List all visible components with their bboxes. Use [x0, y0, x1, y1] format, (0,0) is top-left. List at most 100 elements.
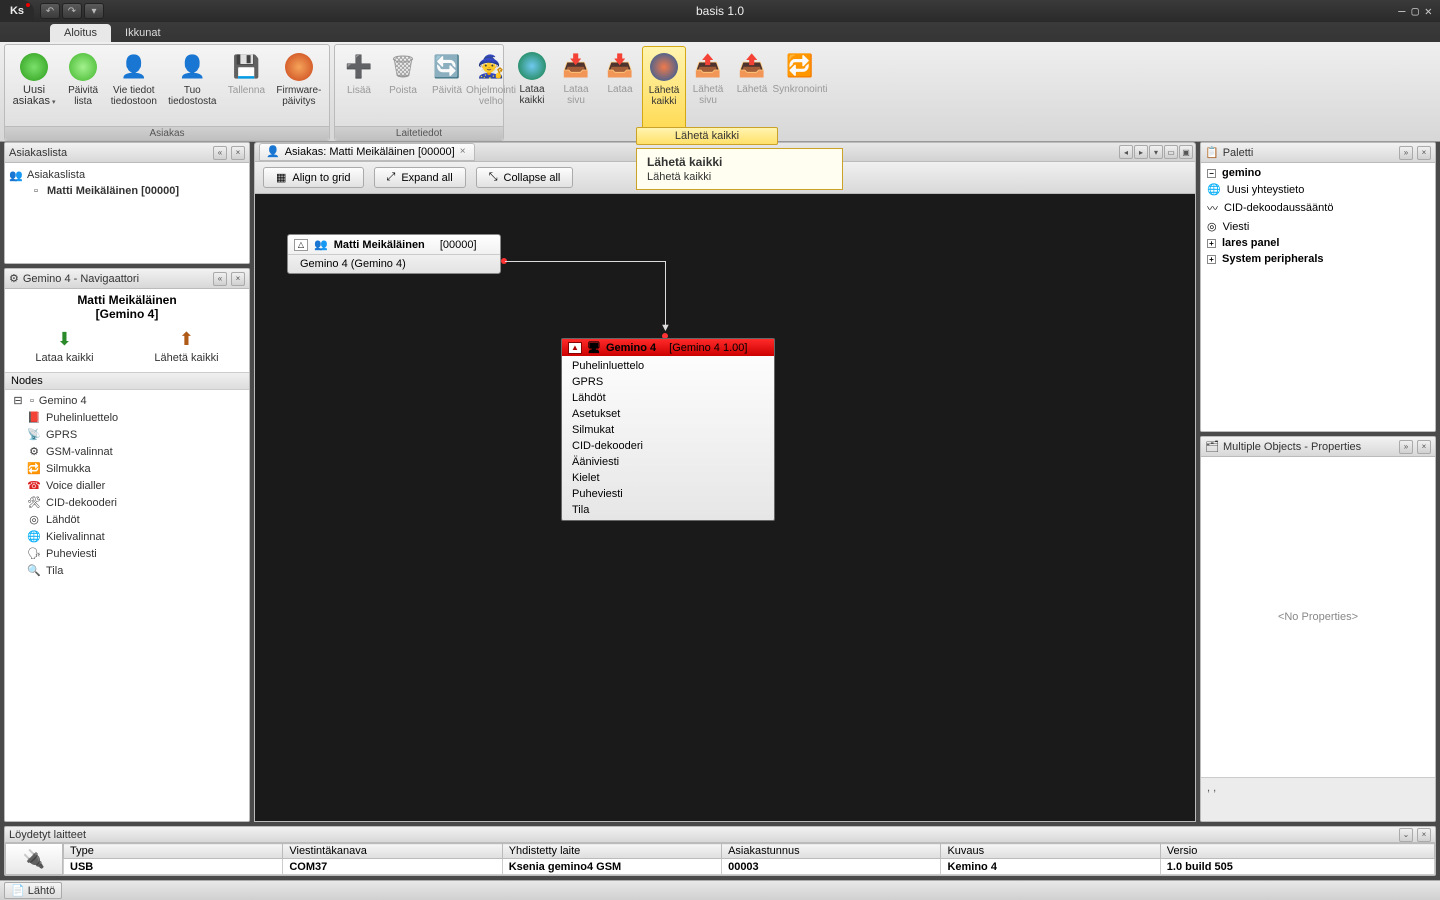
properties-body: <No Properties>	[1201, 457, 1435, 777]
undo-button[interactable]: ↶	[40, 3, 60, 19]
nav-item[interactable]: 🔁Silmukka	[7, 460, 247, 477]
firmware-update-button[interactable]: Firmware- päivitys	[271, 47, 327, 124]
properties-footer: , ,	[1201, 777, 1435, 821]
panel-close-button[interactable]: ×	[1417, 440, 1431, 454]
ribbon-group-customer: Asiakas	[5, 126, 329, 140]
node-collapse-button[interactable]: △	[294, 239, 308, 251]
panel-collapse-button[interactable]: «	[213, 272, 227, 286]
panel-close-button[interactable]: ×	[1417, 828, 1431, 842]
panel-close-button[interactable]: ×	[231, 146, 245, 160]
node-collapse-button[interactable]: ▲	[568, 342, 582, 354]
load-page-button[interactable]: 📥Lataa sivu	[554, 46, 598, 139]
save-button[interactable]: 💾Tallenna	[222, 47, 271, 124]
window-title: basis 1.0	[696, 4, 744, 18]
palette-item[interactable]: ◎Viesti	[1203, 218, 1433, 235]
qat-dropdown[interactable]: ▾	[84, 3, 104, 19]
nav-load-all-button[interactable]: ⬇Lataa kaikki	[35, 329, 93, 364]
refresh-button[interactable]: 🔄Päivitä	[425, 47, 469, 124]
settings-icon: ⚙	[27, 445, 41, 458]
tab-list-button[interactable]: ▾	[1149, 145, 1163, 159]
device-thumb[interactable]: 🔌	[5, 843, 63, 875]
new-customer-button[interactable]: Uusi asiakas▾	[7, 47, 61, 124]
panel-collapse-button[interactable]: »	[1399, 146, 1413, 160]
grid-icon: ▦	[276, 171, 286, 184]
maximize-button[interactable]: ▢	[1412, 4, 1419, 18]
customer-node[interactable]: △ 👥 Matti Meikäläinen [00000] Gemino 4 (…	[287, 234, 501, 274]
sync-button[interactable]: 🔁Synkronointi	[774, 46, 826, 139]
close-button[interactable]: ✕	[1425, 4, 1432, 18]
nav-item[interactable]: 🗣Puheviesti	[7, 545, 247, 562]
refresh-list-button[interactable]: Päivitä lista	[61, 47, 105, 124]
nav-item[interactable]: 📡GPRS	[7, 426, 247, 443]
ribbon-group-device: Laitetiedot	[335, 126, 503, 140]
folder-icon: 👥	[9, 168, 23, 182]
add-button[interactable]: ➕Lisää	[337, 47, 381, 124]
nav-item[interactable]: 📕Puhelinluettelo	[7, 409, 247, 426]
contact-icon: 🌐	[1207, 183, 1221, 196]
panel-collapse-button[interactable]: «	[213, 146, 227, 160]
document-tab[interactable]: 👤 Asiakas: Matti Meikäläinen [00000] ×	[259, 143, 475, 161]
import-button[interactable]: 👤Tuo tiedostosta	[163, 47, 223, 124]
palette-group[interactable]: +lares panel	[1203, 235, 1433, 251]
status-output[interactable]: 📄Lähtö	[4, 882, 62, 899]
expand-all-button[interactable]: ⤢Expand all	[374, 167, 466, 188]
people-icon: 👥	[314, 238, 328, 251]
export-button[interactable]: 👤Vie tiedot tiedostoon	[105, 47, 162, 124]
nav-item[interactable]: 🌐Kielivalinnat	[7, 528, 247, 545]
phone-icon: ☎	[27, 479, 41, 492]
redo-button[interactable]: ↷	[62, 3, 82, 19]
tab-min-button[interactable]: ▭	[1164, 145, 1178, 159]
minimize-button[interactable]: —	[1398, 4, 1405, 18]
wave-icon: 〰	[1207, 200, 1218, 216]
ribbon-tabs: Aloitus Ikkunat	[0, 22, 1440, 42]
voice-icon: 🗣	[27, 547, 41, 560]
nav-item[interactable]: ◎Lähdöt	[7, 511, 247, 528]
send-all-button[interactable]: Lähetä kaikki	[642, 46, 686, 139]
load-all-button[interactable]: Lataa kaikki	[510, 46, 554, 139]
nav-item[interactable]: 🔍Tila	[7, 562, 247, 579]
tab-close-button[interactable]: ×	[460, 146, 466, 157]
align-grid-button[interactable]: ▦Align to grid	[263, 167, 364, 188]
globe-icon: 🌐	[27, 530, 41, 543]
collapse-all-button[interactable]: ⤡Collapse all	[476, 167, 574, 188]
palette-item[interactable]: 🌐Uusi yhteystieto	[1203, 181, 1433, 198]
customer-tree-item[interactable]: ▫ Matti Meikäläinen [00000]	[9, 183, 245, 199]
nav-item[interactable]: ☎Voice dialler	[7, 477, 247, 494]
panel-close-button[interactable]: ×	[1417, 146, 1431, 160]
devices-table[interactable]: Type Viestintäkanava Yhdistetty laite As…	[63, 843, 1435, 875]
nav-root[interactable]: ⊟▫Gemino 4	[7, 392, 247, 409]
nav-item[interactable]: ⚙GSM-valinnat	[7, 443, 247, 460]
status-bar: 📄Lähtö	[0, 880, 1440, 900]
diagram-canvas[interactable]: △ 👥 Matti Meikäläinen [00000] Gemino 4 (…	[254, 194, 1196, 822]
tab-next-button[interactable]: ▸	[1134, 145, 1148, 159]
send-all-tooltip: Lähetä kaikki Lähetä kaikki	[636, 148, 843, 190]
send-button[interactable]: 📤Lähetä	[730, 46, 774, 139]
send-page-button[interactable]: 📤Lähetä sivu	[686, 46, 730, 139]
remove-button[interactable]: 🗑Poista	[381, 47, 425, 124]
tab-home[interactable]: Aloitus	[50, 24, 111, 42]
nav-item[interactable]: 🛠CID-dekooderi	[7, 494, 247, 511]
title-bar: Ks ↶ ↷ ▾ basis 1.0 — ▢ ✕	[0, 0, 1440, 22]
nav-send-all-button[interactable]: ⬆Lähetä kaikki	[154, 329, 218, 364]
navigator-tree[interactable]: ⊟▫Gemino 4 📕Puhelinluettelo 📡GPRS ⚙GSM-v…	[5, 390, 249, 821]
device-node[interactable]: ▲ 🖥 Gemino 4 [Gemino 4 1.00] Puhelinluet…	[561, 338, 775, 521]
panel-collapse-button[interactable]: »	[1399, 440, 1413, 454]
table-row[interactable]: USB COM37 Ksenia gemino4 GSM 00003 Kemin…	[64, 859, 1435, 875]
customer-tree[interactable]: 👥Asiakaslista ▫ Matti Meikäläinen [00000…	[5, 163, 249, 263]
palette-group[interactable]: −gemino	[1203, 165, 1433, 181]
wizard-button[interactable]: 🧙Ohjelmointi velho	[469, 47, 513, 124]
palette-item[interactable]: 〰CID-dekoodaussääntö	[1203, 198, 1433, 218]
expand-icon: ⤢	[387, 171, 396, 184]
tab-windows[interactable]: Ikkunat	[111, 24, 174, 42]
panel-collapse-button[interactable]: ⌄	[1399, 828, 1413, 842]
load-button[interactable]: 📥Lataa	[598, 46, 642, 139]
palette-group[interactable]: +System peripherals	[1203, 251, 1433, 267]
upload-icon: ⬆	[179, 329, 194, 350]
book-icon: 📕	[27, 411, 41, 424]
tab-max-button[interactable]: ▣	[1179, 145, 1193, 159]
gear-icon: ⚙	[9, 272, 19, 285]
palette-icon: 📋	[1205, 146, 1219, 159]
panel-close-button[interactable]: ×	[231, 272, 245, 286]
send-all-split-caption[interactable]: Lähetä kaikki	[636, 127, 778, 145]
tab-prev-button[interactable]: ◂	[1119, 145, 1133, 159]
